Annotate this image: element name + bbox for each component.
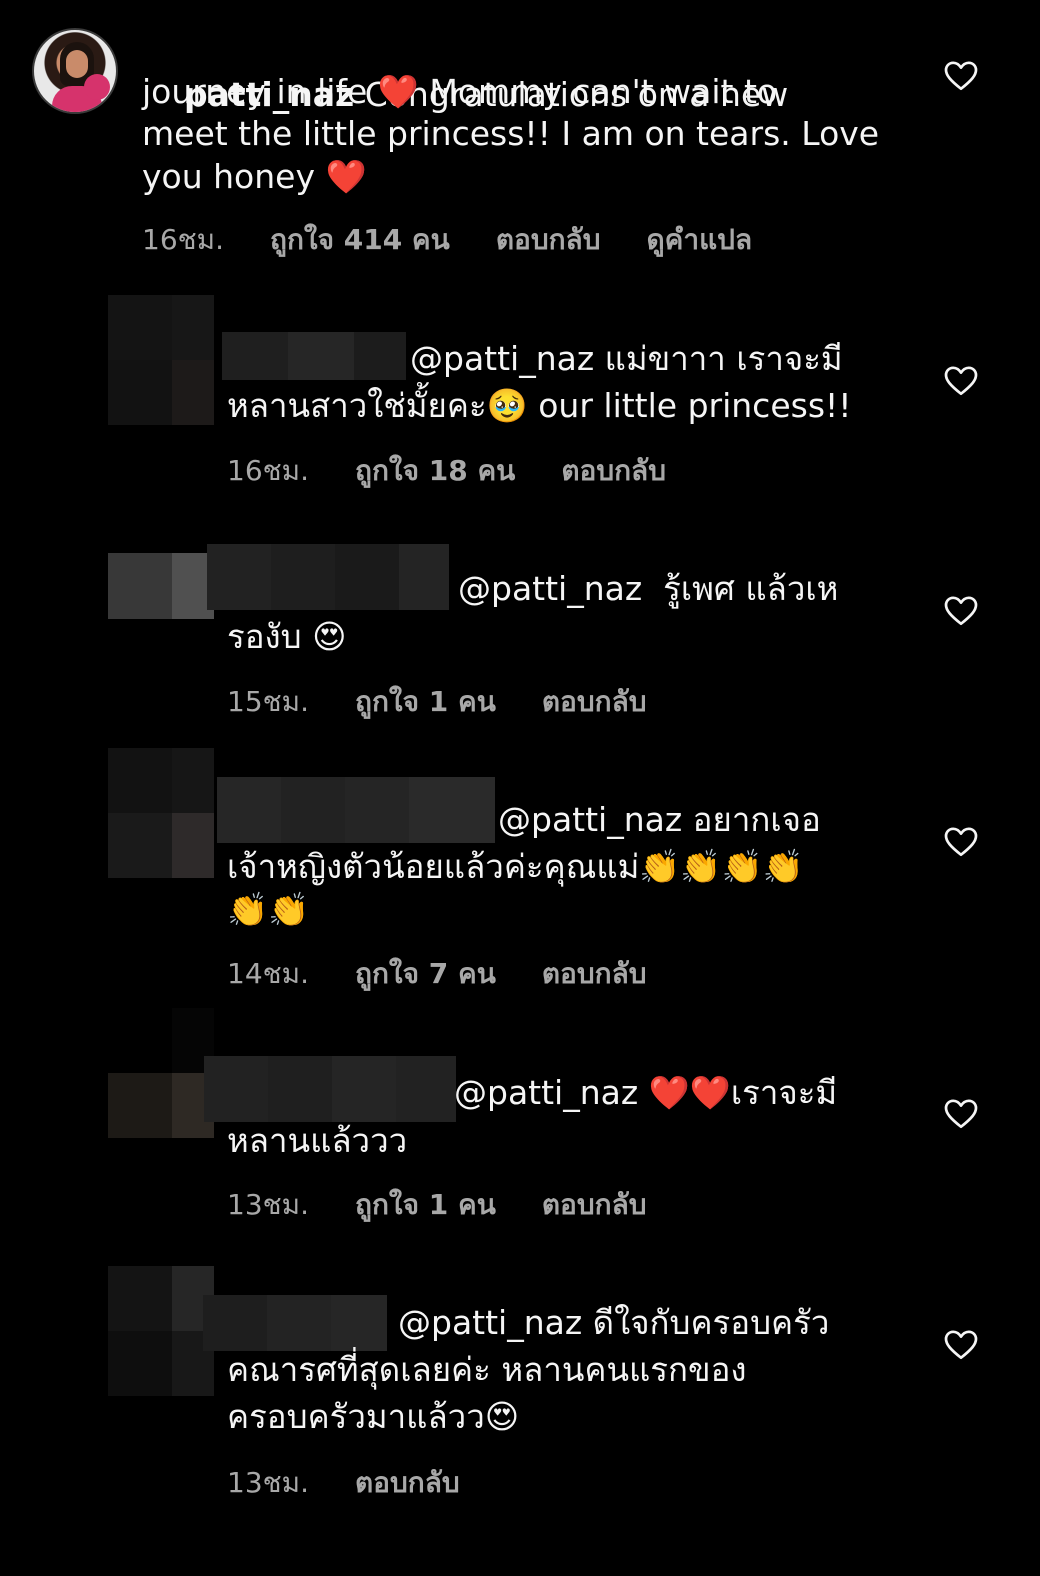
comment-time: 16ชม. bbox=[142, 223, 224, 256]
comment-likes[interactable]: ถูกใจ 18 คน bbox=[355, 449, 515, 493]
heart-outline-icon[interactable] bbox=[943, 1327, 979, 1363]
comment-likes[interactable]: ถูกใจ 1 คน bbox=[355, 1183, 496, 1227]
comment-line: @patti_naz ดีใจกับครอบครัว bbox=[398, 1303, 830, 1342]
comment-likes[interactable]: ถูกใจ 1 คน bbox=[355, 680, 496, 724]
avatar[interactable] bbox=[32, 28, 118, 114]
avatar[interactable] bbox=[108, 295, 214, 425]
comment-meta: 13ชม. ตอบกลับ bbox=[227, 1461, 460, 1505]
comment-time: 14ชม. bbox=[227, 957, 309, 990]
comment-line: หลานแล้ววว bbox=[227, 1121, 408, 1160]
reply-button[interactable]: ตอบกลับ bbox=[355, 1461, 460, 1505]
heart-outline-icon[interactable] bbox=[943, 593, 979, 629]
comment-line: @patti_naz รู้เพศ แล้วเห bbox=[458, 569, 839, 608]
comment-time: 15ชม. bbox=[227, 685, 309, 718]
comment-meta: 16ชม. ถูกใจ 18 คน ตอบกลับ bbox=[227, 449, 666, 493]
comment-line: 👏👏 bbox=[227, 890, 310, 929]
reply-button[interactable]: ตอบกลับ bbox=[561, 449, 666, 493]
comment-likes[interactable]: ถูกใจ 7 คน bbox=[355, 952, 496, 996]
comment-time: 16ชม. bbox=[227, 454, 309, 487]
avatar[interactable] bbox=[108, 748, 214, 878]
comment-username[interactable] bbox=[203, 1295, 387, 1351]
heart-outline-icon[interactable] bbox=[943, 58, 979, 94]
comment-likes[interactable]: ถูกใจ 414 คน bbox=[270, 218, 450, 262]
avatar[interactable] bbox=[108, 553, 214, 619]
reply-button[interactable]: ตอบกลับ bbox=[542, 952, 647, 996]
comment-time: 13ชม. bbox=[227, 1466, 309, 1499]
comment-line: รองับ 😍 bbox=[227, 617, 347, 656]
reply-button[interactable]: ตอบกลับ bbox=[542, 1183, 647, 1227]
comment-meta: 13ชม. ถูกใจ 1 คน ตอบกลับ bbox=[227, 1183, 647, 1227]
reply-button[interactable]: ตอบกลับ bbox=[496, 218, 601, 262]
avatar[interactable] bbox=[108, 1008, 214, 1138]
comment-line: @patti_naz อยากเจอ bbox=[498, 800, 821, 839]
comment-line: @patti_naz ❤️❤️เราจะมี bbox=[454, 1073, 838, 1112]
comment-line: journey in life ❤️ Mommy can't wait to bbox=[142, 72, 778, 111]
comment-line: meet the little princess!! I am on tears… bbox=[142, 114, 880, 153]
comment-username[interactable] bbox=[204, 1056, 456, 1122]
comment-line: เจ้าหญิงตัวน้อยแล้วค่ะคุณแม่👏👏👏👏 bbox=[227, 847, 804, 886]
avatar[interactable] bbox=[108, 1266, 214, 1396]
comment-line: @patti_naz แม่ขาาา เราจะมี bbox=[410, 339, 843, 378]
comment-username[interactable] bbox=[222, 332, 406, 380]
heart-outline-icon[interactable] bbox=[943, 1096, 979, 1132]
comment-line: ครอบครัวมาแล้วว😍 bbox=[227, 1397, 520, 1436]
reply-button[interactable]: ตอบกลับ bbox=[542, 680, 647, 724]
comment-username[interactable] bbox=[207, 544, 449, 610]
heart-outline-icon[interactable] bbox=[943, 363, 979, 399]
heart-outline-icon[interactable] bbox=[943, 824, 979, 860]
comment-line: you honey ❤️ bbox=[142, 157, 367, 196]
comment-time: 13ชม. bbox=[227, 1188, 309, 1221]
comment-meta: 16ชม. ถูกใจ 414 คน ตอบกลับ ดูคำแปล bbox=[142, 218, 752, 262]
comment-username[interactable] bbox=[217, 777, 495, 843]
comment-meta: 15ชม. ถูกใจ 1 คน ตอบกลับ bbox=[227, 680, 647, 724]
comment-line: คณารศที่สุดเลยค่ะ หลานคนแรกของ bbox=[227, 1350, 747, 1389]
translate-button[interactable]: ดูคำแปล bbox=[646, 218, 752, 262]
comment-meta: 14ชม. ถูกใจ 7 คน ตอบกลับ bbox=[227, 952, 647, 996]
comment-line: หลานสาวใช่มั้ยคะ🥹 our little princess!! bbox=[227, 386, 852, 425]
